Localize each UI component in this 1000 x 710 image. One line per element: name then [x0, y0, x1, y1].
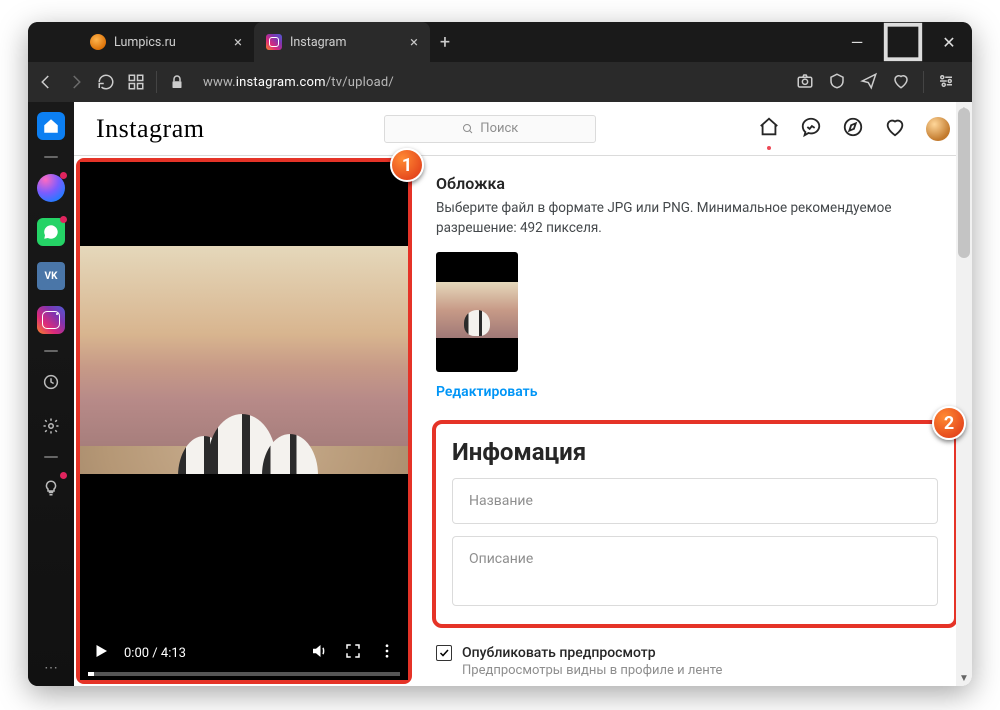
address-bar-actions: [795, 71, 964, 93]
sidebar-divider: [44, 456, 58, 458]
preview-sub: Предпросмотры видны в профиле и ленте: [462, 663, 722, 678]
url-prefix: www.: [203, 75, 236, 90]
window-controls: — ✕: [834, 22, 972, 62]
close-icon[interactable]: ×: [234, 33, 242, 51]
preview-row: Опубликовать предпросмотр Предпросмотры …: [436, 642, 954, 678]
easy-setup-icon[interactable]: [936, 71, 956, 91]
play-button[interactable]: [92, 642, 110, 664]
video-time: 0:00 / 4:13: [124, 646, 186, 661]
cover-section: Обложка Выберите файл в формате JPG или …: [436, 174, 954, 400]
cover-thumbnail[interactable]: [436, 252, 518, 372]
address-bar: www.instagram.com/tv/upload/: [28, 62, 972, 102]
annotation-2: 2: [932, 406, 966, 440]
scroll-thumb[interactable]: [958, 108, 970, 258]
page-content: Instagram Поиск: [74, 102, 972, 686]
window-maximize[interactable]: [880, 22, 926, 62]
instagram-header: Instagram Поиск: [74, 102, 972, 156]
search-placeholder: Поиск: [480, 121, 518, 136]
sidebar-messenger[interactable]: [37, 174, 65, 202]
preview-checkbox[interactable]: [436, 645, 452, 661]
nav-home[interactable]: [758, 116, 780, 142]
send-icon[interactable]: [859, 71, 879, 91]
window-close[interactable]: ✕: [926, 22, 972, 62]
url-path: /tv/upload/: [326, 75, 394, 90]
progress-bar[interactable]: [88, 672, 400, 676]
sidebar-divider: [44, 350, 58, 352]
heart-icon[interactable]: [891, 71, 911, 91]
tab-instagram[interactable]: Instagram ×: [254, 22, 430, 62]
adblock-icon[interactable]: [827, 71, 847, 91]
search-icon: [462, 123, 474, 135]
preview-label: Опубликовать предпросмотр: [462, 645, 656, 661]
reload-button[interactable]: [96, 72, 116, 92]
nav-messenger[interactable]: [800, 116, 822, 142]
scrollbar[interactable]: ▲ ▼: [956, 102, 972, 686]
titlebar: Lumpics.ru × Instagram × + — ✕: [28, 22, 972, 62]
info-heading: Инфомация: [452, 438, 938, 466]
sidebar-vk[interactable]: VK: [37, 262, 65, 290]
info-section: Инфомация Название Описание 2: [436, 424, 954, 624]
tab-label: Instagram: [290, 35, 346, 50]
browser-window: Lumpics.ru × Instagram × + — ✕ www.inst: [28, 22, 972, 686]
snapshot-icon[interactable]: [795, 71, 815, 91]
sidebar-instagram[interactable]: [37, 306, 65, 334]
title-field[interactable]: Название: [452, 478, 938, 524]
sidebar-divider: [44, 156, 58, 158]
description-field[interactable]: Описание: [452, 536, 938, 606]
close-icon[interactable]: ×: [410, 33, 418, 51]
cover-heading: Обложка: [436, 174, 954, 193]
fullscreen-button[interactable]: [344, 642, 362, 664]
cover-help: Выберите файл в формате JPG или PNG. Мин…: [436, 199, 954, 238]
video-controls: 0:00 / 4:13: [80, 626, 408, 680]
details-pane: Обложка Выберите файл в формате JPG или …: [408, 156, 972, 686]
sidebar-history[interactable]: [37, 368, 65, 396]
video-more-button[interactable]: [378, 642, 396, 664]
speed-dial-icon[interactable]: [126, 72, 146, 92]
tab-strip: Lumpics.ru × Instagram × +: [28, 22, 834, 62]
sidebar-hint[interactable]: [37, 474, 65, 502]
nav-back-button[interactable]: [36, 72, 56, 92]
sidebar-more[interactable]: ⋯: [44, 660, 61, 676]
mute-button[interactable]: [310, 642, 328, 664]
tab-lumpics[interactable]: Lumpics.ru ×: [78, 22, 254, 62]
lock-icon[interactable]: [167, 72, 187, 92]
new-tab-button[interactable]: +: [430, 22, 460, 62]
video-preview: 0:00 / 4:13 1: [80, 162, 408, 680]
annotation-1: 1: [390, 148, 424, 182]
favicon-lumpics: [90, 34, 106, 50]
favicon-instagram: [266, 34, 282, 50]
search-input[interactable]: Поиск: [384, 115, 596, 143]
browser-body: VK ⋯ Instagram Поиск: [28, 102, 972, 686]
nav-avatar[interactable]: [926, 117, 950, 141]
url-domain: instagram.com: [236, 75, 326, 90]
sidebar-whatsapp[interactable]: [37, 218, 65, 246]
nav-forward-button[interactable]: [66, 72, 86, 92]
opera-sidebar: VK ⋯: [28, 102, 74, 686]
instagram-nav: [758, 116, 950, 142]
video-frame: [80, 162, 408, 680]
edit-cover-link[interactable]: Редактировать: [436, 384, 537, 400]
sidebar-workspace[interactable]: [37, 112, 65, 140]
scroll-down-icon[interactable]: ▼: [956, 670, 972, 686]
instagram-logo[interactable]: Instagram: [96, 114, 204, 144]
sidebar-settings[interactable]: [37, 412, 65, 440]
nav-activity[interactable]: [884, 116, 906, 142]
window-minimize[interactable]: —: [834, 22, 880, 62]
nav-explore[interactable]: [842, 116, 864, 142]
upload-layout: 0:00 / 4:13 1 Обложка: [74, 156, 972, 686]
url-text[interactable]: www.instagram.com/tv/upload/: [197, 75, 785, 90]
tab-label: Lumpics.ru: [114, 35, 176, 50]
